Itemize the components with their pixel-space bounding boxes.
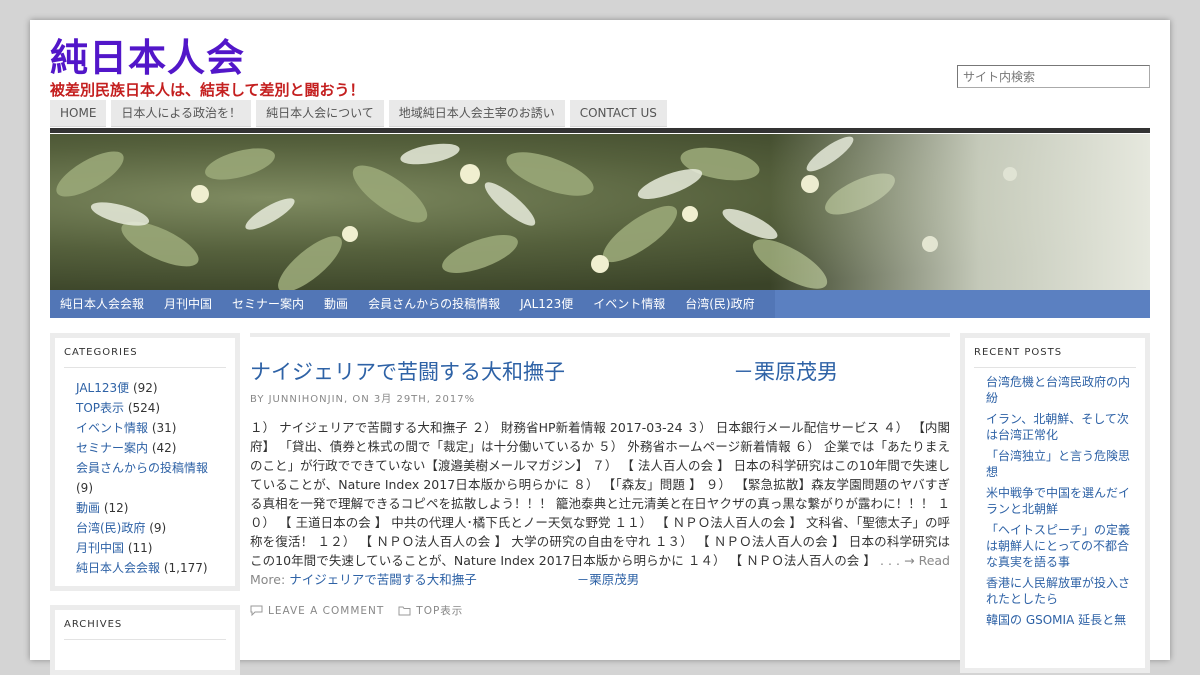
recent-post-link[interactable]: 「台湾独立」と言う危険思想 bbox=[986, 448, 1138, 480]
top-nav: HOME 日本人による政治を！ 純日本人会について 地域純日本人会主宰のお誘い … bbox=[50, 100, 672, 127]
category-nav-seminar[interactable]: セミナー案内 bbox=[222, 290, 314, 318]
category-link[interactable]: TOP表示 bbox=[76, 401, 124, 415]
comment-icon bbox=[250, 605, 263, 616]
category-link[interactable]: 台湾(民)政府 bbox=[76, 521, 145, 535]
category-count: (92) bbox=[129, 381, 158, 395]
list-item: TOP表示 (524) bbox=[76, 398, 226, 418]
list-item: JAL123便 (92) bbox=[76, 378, 226, 398]
banner-bright-area bbox=[770, 134, 1150, 294]
list-item: 月刊中国 (11) bbox=[76, 538, 226, 558]
recent-post-link[interactable]: 香港に人民解放軍が投入されたとしたら bbox=[986, 575, 1138, 607]
category-nav: 純日本人会会報 月刊中国 セミナー案内 動画 会員さんからの投稿情報 JAL12… bbox=[50, 290, 1150, 318]
category-nav-member-posts[interactable]: 会員さんからの投稿情報 bbox=[358, 290, 510, 318]
page-container: 純日本人会 被差別民族日本人は、結束して差別と闘おう！ HOME 日本人による政… bbox=[30, 20, 1170, 675]
folder-icon bbox=[398, 606, 411, 616]
read-more-link[interactable]: ナイジェリアで苦闘する大和撫子 －栗原茂男 bbox=[289, 572, 639, 587]
list-item: 純日本人会会報 (1,177) bbox=[76, 558, 226, 578]
list-item: セミナー案内 (42) bbox=[76, 438, 226, 458]
top-nav-contact[interactable]: CONTACT US bbox=[569, 100, 667, 127]
header-banner-image bbox=[50, 134, 1150, 294]
list-item: 動画 (12) bbox=[76, 498, 226, 518]
recent-posts-widget: RECENT POSTS 台湾危機と台湾民政府の内紛 イラン、北朝鮮、そして次は… bbox=[960, 333, 1150, 673]
top-nav-invitation[interactable]: 地域純日本人会主宰のお誘い bbox=[388, 100, 565, 127]
post-excerpt: １） ナイジェリアで苦闘する大和撫子 ２） 財務省HP新着情報 2017-03-… bbox=[250, 418, 950, 589]
category-link[interactable]: 月刊中国 bbox=[76, 541, 124, 555]
recent-post-link[interactable]: 「ヘイトスピーチ」の定義は朝鮮人にとっての不都合な真実を語る事 bbox=[986, 522, 1138, 570]
category-count: (42) bbox=[148, 441, 177, 455]
site-description: 被差別民族日本人は、結束して差別と闘おう！ bbox=[50, 81, 365, 99]
post-footer: LEAVE A COMMENT TOP表示 bbox=[250, 603, 950, 618]
list-item: 会員さんからの投稿情報 (9) bbox=[76, 458, 226, 498]
category-count: (524) bbox=[124, 401, 161, 415]
category-link[interactable]: セミナー案内 bbox=[76, 441, 148, 455]
category-count: (9) bbox=[76, 481, 93, 495]
category-nav-monthly-china[interactable]: 月刊中国 bbox=[154, 290, 222, 318]
category-link[interactable]: JAL123便 bbox=[76, 381, 129, 395]
category-link[interactable]: 動画 bbox=[76, 501, 100, 515]
category-count: (9) bbox=[145, 521, 167, 535]
category-nav-taiwan[interactable]: 台湾(民)政府 bbox=[675, 290, 764, 318]
recent-post-link[interactable]: イラン、北朝鮮、そして次は台湾正常化 bbox=[986, 411, 1138, 443]
category-count: (31) bbox=[148, 421, 177, 435]
recent-posts-title: RECENT POSTS bbox=[974, 347, 1136, 368]
post-category-link[interactable]: TOP表示 bbox=[416, 603, 463, 618]
categories-widget: CATEGORIES JAL123便 (92) TOP表示 (524) イベント… bbox=[50, 333, 240, 591]
category-count: (11) bbox=[124, 541, 153, 555]
list-item: イベント情報 (31) bbox=[76, 418, 226, 438]
category-link[interactable]: 純日本人会会報 bbox=[76, 561, 160, 575]
site-title[interactable]: 純日本人会 bbox=[50, 34, 245, 82]
category-nav-events[interactable]: イベント情報 bbox=[583, 290, 675, 318]
leave-comment-link[interactable]: LEAVE A COMMENT bbox=[268, 605, 384, 617]
categories-title: CATEGORIES bbox=[64, 347, 226, 368]
post-title[interactable]: ナイジェリアで苦闘する大和撫子 －栗原茂男 bbox=[250, 357, 950, 387]
post-article: ナイジェリアで苦闘する大和撫子 －栗原茂男 BY JUNNIHONJIN, ON… bbox=[250, 333, 950, 618]
post-meta: BY JUNNIHONJIN, ON 3月 29TH, 2017% bbox=[250, 394, 476, 405]
recent-post-link[interactable]: 韓国の GSOMIA 延長と無 bbox=[986, 612, 1138, 628]
category-link[interactable]: イベント情報 bbox=[76, 421, 148, 435]
archives-widget: ARCHIVES bbox=[50, 605, 240, 675]
post-body-text: １） ナイジェリアで苦闘する大和撫子 ２） 財務省HP新着情報 2017-03-… bbox=[250, 420, 950, 568]
header-divider bbox=[50, 128, 1150, 133]
category-count: (1,177) bbox=[160, 561, 208, 575]
recent-post-link[interactable]: 台湾危機と台湾民政府の内紛 bbox=[986, 374, 1138, 406]
category-nav-newsletter[interactable]: 純日本人会会報 bbox=[50, 290, 154, 318]
category-count: (12) bbox=[100, 501, 129, 515]
top-nav-about[interactable]: 純日本人会について bbox=[256, 100, 384, 127]
category-nav-video[interactable]: 動画 bbox=[314, 290, 358, 318]
search-input[interactable] bbox=[957, 65, 1150, 88]
list-item: 台湾(民)政府 (9) bbox=[76, 518, 226, 538]
category-link[interactable]: 会員さんからの投稿情報 bbox=[76, 461, 208, 475]
recent-post-link[interactable]: 米中戦争で中国を選んだイランと北朝鮮 bbox=[986, 485, 1138, 517]
post-top-border bbox=[250, 333, 950, 337]
top-nav-home[interactable]: HOME bbox=[50, 100, 107, 127]
top-nav-politics[interactable]: 日本人による政治を！ bbox=[111, 100, 252, 127]
category-nav-jal123[interactable]: JAL123便 bbox=[510, 290, 583, 318]
